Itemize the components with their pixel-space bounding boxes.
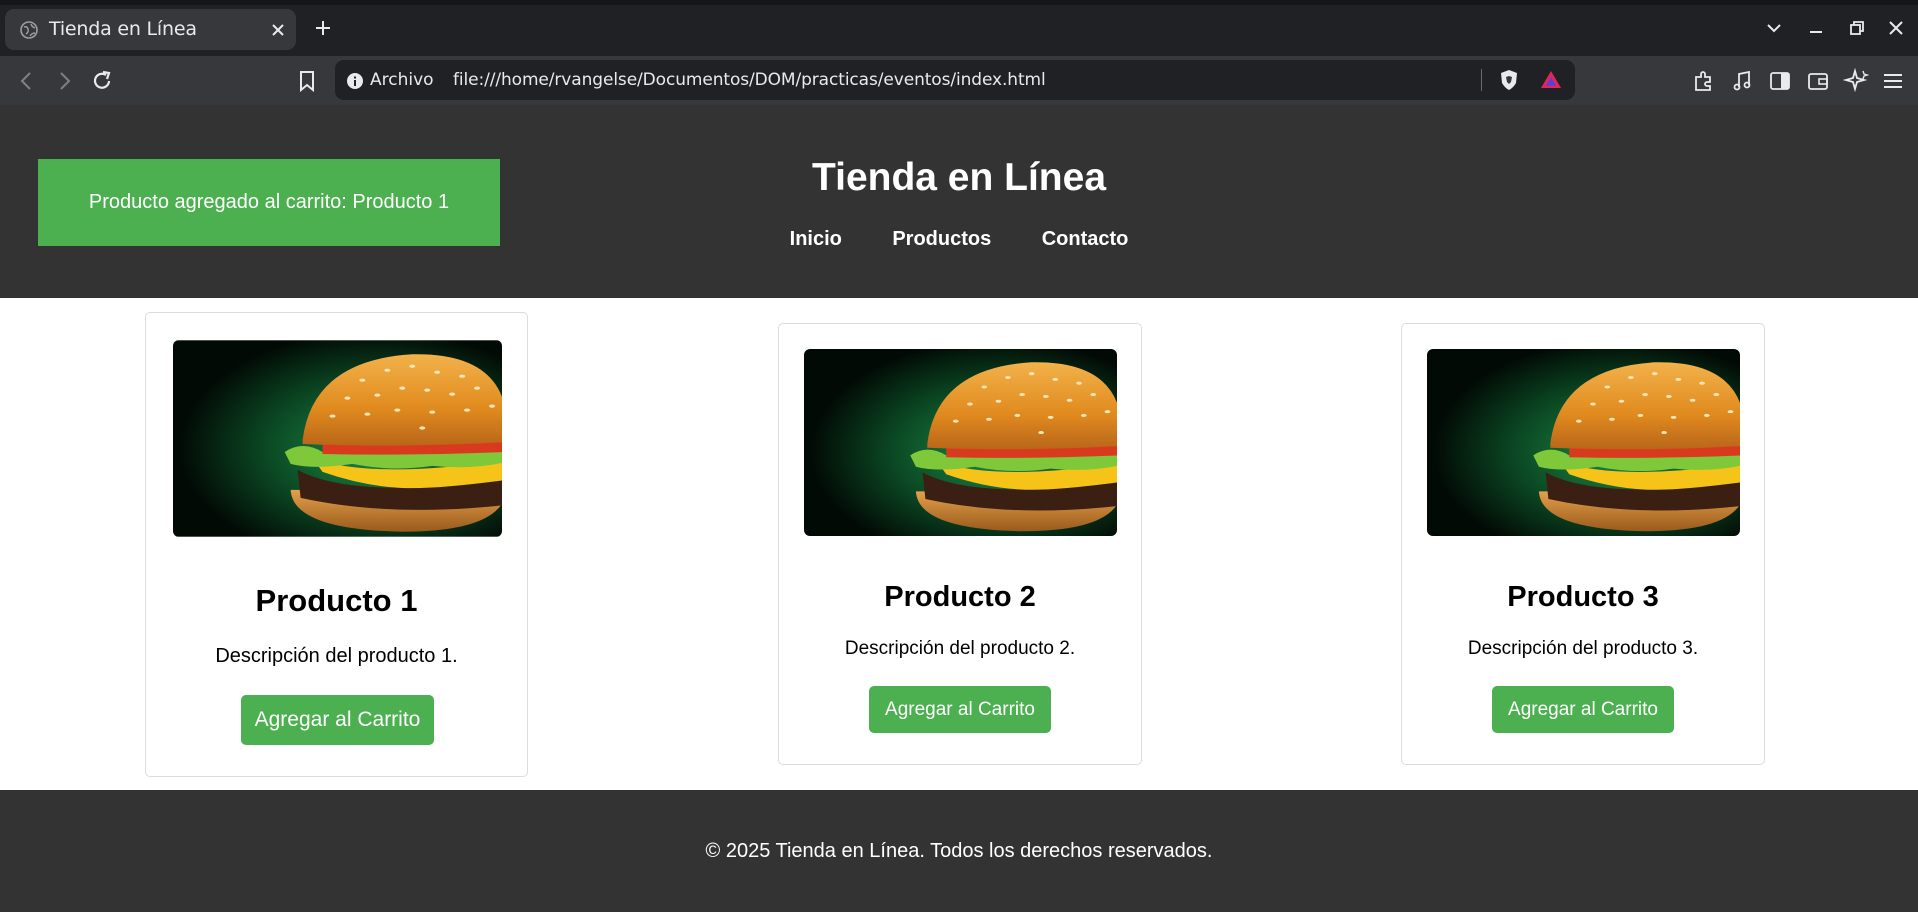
address-url[interactable]: file:///home/rvangelse/Documentos/DOM/pr… [453, 70, 1046, 90]
rewards-triangle-icon[interactable] [1539, 68, 1563, 92]
product-description: Descripción del producto 2. [844, 638, 1076, 659]
burger-image [804, 349, 1117, 536]
product-name: Producto 1 [255, 583, 418, 618]
back-arrow-icon[interactable] [14, 68, 40, 94]
globe-icon [20, 21, 38, 39]
nav-link-productos[interactable]: Productos [892, 228, 991, 251]
site-header: Producto agregado al carrito: Producto 1… [0, 105, 1918, 298]
add-to-cart-button[interactable]: Agregar al Carrito [1492, 686, 1674, 733]
brave-shield-icon[interactable] [1497, 68, 1521, 92]
ai-sparkle-icon[interactable] [1843, 68, 1869, 94]
restore-icon[interactable] [1847, 18, 1867, 38]
tab-strip-top-edge [0, 0, 1918, 5]
address-bar[interactable]: Archivo file:///home/rvangelse/Documento… [335, 60, 1575, 100]
footer-copyright: © 2025 Tienda en Línea. Todos los derech… [705, 840, 1213, 862]
music-note-icon[interactable] [1729, 68, 1755, 94]
product-image [173, 340, 502, 537]
product-name: Producto 2 [884, 581, 1036, 613]
tab-title: Tienda en Línea [49, 18, 197, 40]
browser-tab-active[interactable]: Tienda en Línea [5, 9, 296, 50]
site-footer: © 2025 Tienda en Línea. Todos los derech… [0, 790, 1918, 912]
product-description: Descripción del producto 3. [1467, 638, 1699, 659]
reload-icon[interactable] [89, 68, 115, 94]
close-icon[interactable] [268, 20, 288, 40]
product-image [804, 349, 1117, 536]
minimize-icon[interactable] [1806, 18, 1826, 38]
plus-icon[interactable] [313, 18, 333, 38]
sidebar-toggle-icon[interactable] [1767, 68, 1793, 94]
address-scheme: Archivo [370, 70, 434, 90]
product-card: Producto 3 Descripción del producto 3. A… [1401, 323, 1765, 765]
info-icon[interactable] [346, 72, 364, 90]
burger-image [173, 340, 502, 537]
forward-arrow-icon[interactable] [51, 68, 77, 94]
chevron-down-icon[interactable] [1764, 18, 1784, 38]
browser-toolbar: Archivo file:///home/rvangelse/Documento… [0, 56, 1918, 105]
menu-hamburger-icon[interactable] [1880, 68, 1906, 94]
product-image [1427, 349, 1740, 536]
omnibox-divider [1481, 69, 1482, 91]
nav-link-contacto[interactable]: Contacto [1042, 228, 1129, 251]
web-page: Producto agregado al carrito: Producto 1… [0, 105, 1918, 912]
bookmark-icon[interactable] [294, 68, 320, 94]
window-close-icon[interactable] [1886, 18, 1906, 38]
product-card: Producto 2 Descripción del producto 2. A… [778, 323, 1142, 765]
burger-image [1427, 349, 1740, 536]
product-description: Descripción del producto 1. [215, 645, 458, 667]
add-to-cart-button[interactable]: Agregar al Carrito [869, 686, 1051, 733]
product-card: Producto 1 Descripción del producto 1. A… [145, 312, 528, 777]
site-nav: Inicio Productos Contacto [0, 228, 1918, 251]
nav-link-inicio[interactable]: Inicio [790, 228, 842, 251]
wallet-icon[interactable] [1805, 68, 1831, 94]
browser-tab-strip: Tienda en Línea [0, 0, 1918, 56]
site-title: Tienda en Línea [811, 156, 1107, 199]
add-to-cart-button[interactable]: Agregar al Carrito [241, 695, 434, 745]
extensions-puzzle-icon[interactable] [1691, 68, 1717, 94]
product-name: Producto 3 [1507, 581, 1659, 613]
